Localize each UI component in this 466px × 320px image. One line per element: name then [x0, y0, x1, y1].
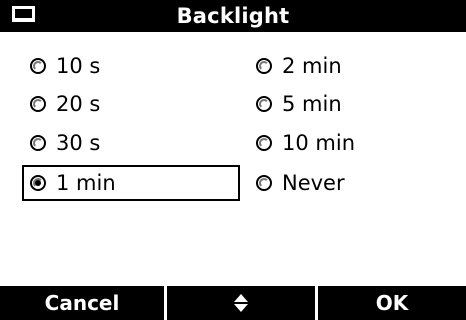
backlight-screen: Backlight 10 s 20 s 30 s 1 min 2 min 5 m… [0, 0, 466, 320]
option-label: Never [282, 170, 345, 195]
option-label: 1 min [56, 170, 116, 195]
option-20s[interactable]: 20 s [22, 86, 222, 122]
option-label: 5 min [282, 91, 342, 116]
up-down-arrows-icon [234, 293, 248, 312]
option-label: 10 min [282, 130, 355, 155]
option-10s[interactable]: 10 s [22, 48, 222, 84]
option-label: 10 s [56, 53, 101, 78]
option-label: 2 min [282, 53, 342, 78]
cancel-button[interactable]: Cancel [0, 286, 164, 320]
option-30s[interactable]: 30 s [22, 125, 222, 161]
radio-unchecked-icon[interactable] [30, 58, 46, 74]
navigate-button[interactable] [167, 286, 315, 320]
ok-button[interactable]: OK [318, 286, 466, 320]
radio-unchecked-icon[interactable] [30, 96, 46, 112]
option-1min[interactable]: 1 min [22, 165, 240, 201]
option-10min[interactable]: 10 min [248, 125, 448, 161]
radio-unchecked-icon[interactable] [30, 135, 46, 151]
page-title: Backlight [176, 4, 290, 28]
radio-unchecked-icon[interactable] [256, 58, 272, 74]
title-bar: Backlight [0, 0, 466, 32]
option-label: 20 s [56, 91, 101, 116]
radio-checked-icon[interactable] [30, 175, 46, 191]
radio-unchecked-icon[interactable] [256, 135, 272, 151]
radio-unchecked-icon[interactable] [256, 96, 272, 112]
softkey-bar: Cancel OK [0, 286, 466, 320]
option-never[interactable]: Never [248, 165, 448, 201]
option-2min[interactable]: 2 min [248, 48, 448, 84]
option-5min[interactable]: 5 min [248, 86, 448, 122]
option-label: 30 s [56, 130, 101, 155]
radio-unchecked-icon[interactable] [256, 175, 272, 191]
